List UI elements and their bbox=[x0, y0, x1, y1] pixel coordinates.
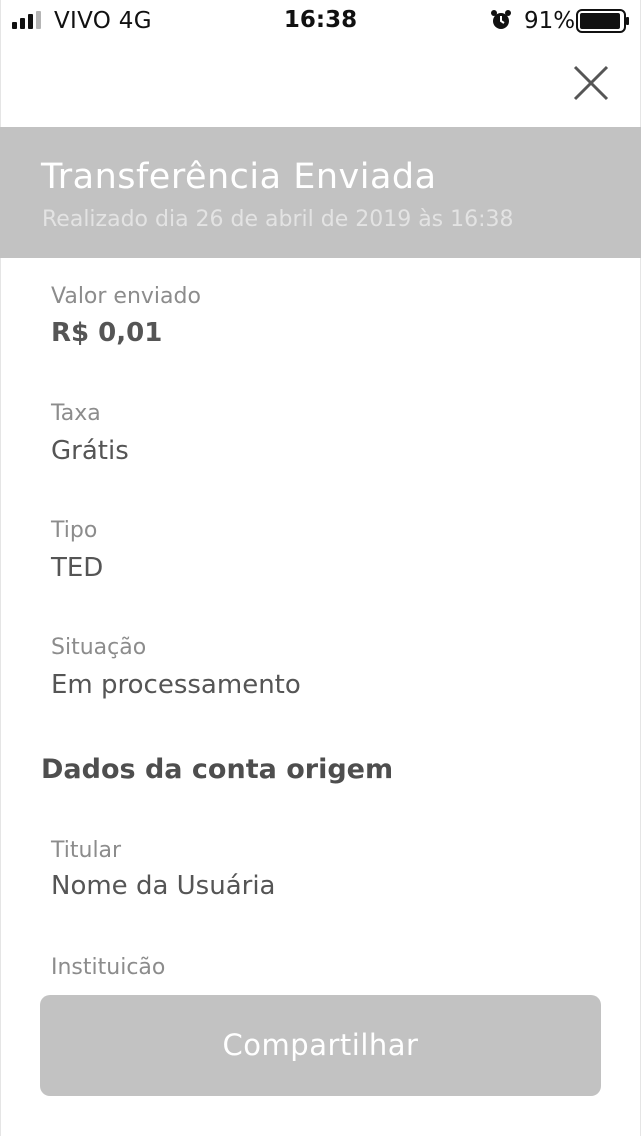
close-button[interactable] bbox=[566, 58, 616, 108]
status-bar: VIVO 4G 16:38 91% bbox=[0, 0, 641, 42]
taxa-label: Taxa bbox=[51, 401, 101, 426]
valor-value: R$ 0,01 bbox=[51, 318, 163, 348]
battery-percent: 91% bbox=[524, 8, 576, 34]
close-icon bbox=[573, 65, 609, 101]
header-band: Transferência Enviada Realizado dia 26 d… bbox=[0, 127, 641, 258]
titular-value: Nome da Usuária bbox=[51, 871, 276, 901]
page-title: Transferência Enviada bbox=[41, 157, 437, 197]
share-button[interactable]: Compartilhar bbox=[40, 995, 601, 1096]
battery-icon bbox=[576, 9, 629, 33]
alarm-icon bbox=[491, 10, 511, 29]
situacao-value: Em processamento bbox=[51, 670, 301, 700]
tipo-label: Tipo bbox=[51, 518, 98, 543]
valor-label: Valor enviado bbox=[51, 284, 201, 309]
titular-label: Titular bbox=[51, 838, 122, 863]
taxa-value: Grátis bbox=[51, 436, 129, 466]
situacao-label: Situação bbox=[51, 635, 147, 660]
tipo-value: TED bbox=[51, 553, 104, 583]
section-title-origem: Dados da conta origem bbox=[41, 754, 394, 785]
page-subtitle: Realizado dia 26 de abril de 2019 às 16:… bbox=[42, 207, 514, 232]
instituicao-label: Instituicão bbox=[51, 955, 166, 980]
